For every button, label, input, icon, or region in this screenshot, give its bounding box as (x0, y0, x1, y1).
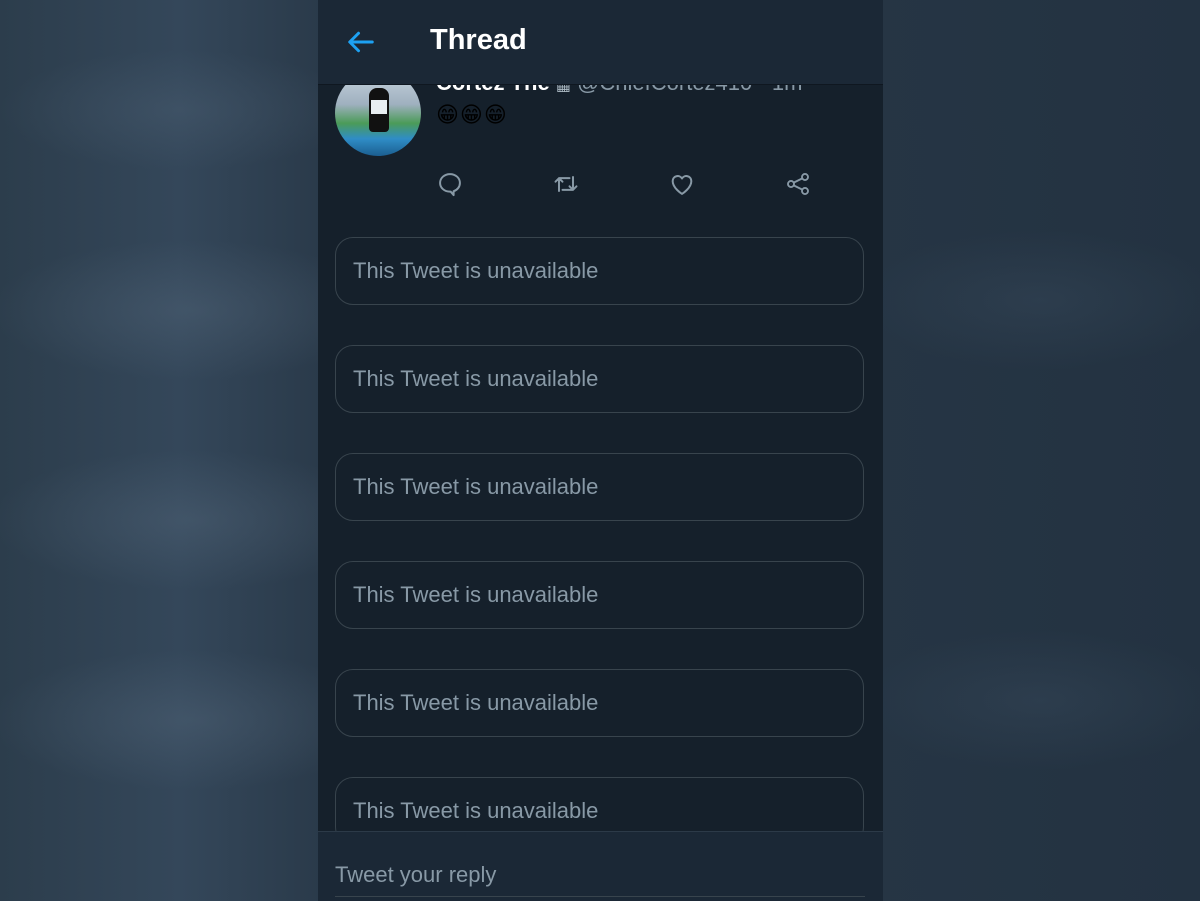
unavailable-text: This Tweet is unavailable (353, 474, 599, 499)
unavailable-tweet-card[interactable]: This Tweet is unavailable (335, 669, 864, 737)
unavailable-tweet-row[interactable]: This Tweet is unavailable (318, 327, 883, 436)
unavailable-tweet-row[interactable]: This Tweet is unavailable (318, 219, 883, 328)
unavailable-text: This Tweet is unavailable (353, 366, 599, 391)
unavailable-text: This Tweet is unavailable (353, 258, 599, 283)
like-icon[interactable] (668, 170, 696, 198)
phone-screen: Thread Cortez The ▦ @ChiefCortez410 · 1m… (318, 0, 883, 901)
reply-bar (318, 831, 883, 901)
unavailable-tweet-card[interactable]: This Tweet is unavailable (335, 237, 864, 305)
unavailable-tweet-row[interactable]: This Tweet is unavailable (318, 651, 883, 760)
page-title: Thread (430, 24, 527, 56)
unavailable-tweet-card[interactable]: This Tweet is unavailable (335, 345, 864, 413)
unavailable-text: This Tweet is unavailable (353, 690, 599, 715)
unavailable-tweet-row[interactable]: This Tweet is unavailable (318, 435, 883, 544)
tweet-text: 😁😁😁 (436, 102, 508, 127)
arrow-left-icon[interactable] (346, 27, 376, 57)
reply-input[interactable] (335, 854, 865, 897)
retweet-icon[interactable] (552, 170, 580, 198)
unavailable-tweet-card[interactable]: This Tweet is unavailable (335, 453, 864, 521)
tweet[interactable]: Cortez The ▦ @ChiefCortez410 · 1m ⌄ 😁😁😁 (318, 70, 883, 220)
tweet-actions (318, 170, 883, 206)
unavailable-text: This Tweet is unavailable (353, 798, 599, 823)
unavailable-tweet-row[interactable]: This Tweet is unavailable (318, 543, 883, 652)
header-bar: Thread (318, 0, 883, 85)
share-icon[interactable] (784, 170, 812, 198)
unavailable-tweet-card[interactable]: This Tweet is unavailable (335, 561, 864, 629)
unavailable-text: This Tweet is unavailable (353, 582, 599, 607)
reply-icon[interactable] (436, 170, 464, 198)
